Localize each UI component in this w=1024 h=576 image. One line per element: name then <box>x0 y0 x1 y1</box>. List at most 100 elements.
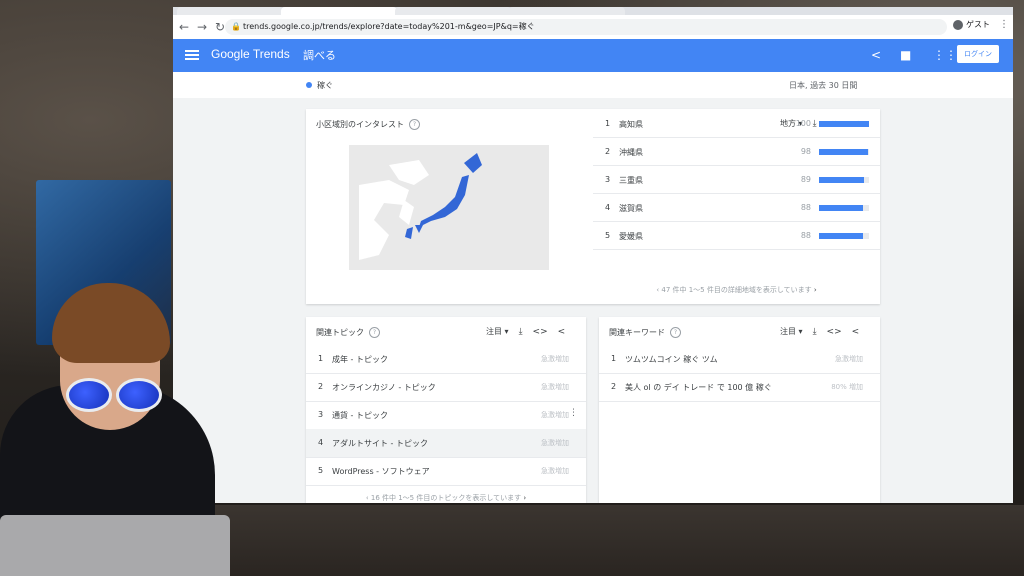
row-rank: 2 <box>605 147 611 156</box>
row-name: 沖縄県 <box>619 148 643 157</box>
search-term[interactable]: 稼ぐ <box>317 80 333 91</box>
topic-row[interactable]: 2 オンラインカジノ - トピック 急激増加 <box>306 373 586 402</box>
region-row[interactable]: 5 愛媛県 88 <box>593 221 880 250</box>
browser-tab[interactable] <box>177 7 283 15</box>
sort-dropdown[interactable]: 注目 ▾ <box>780 326 803 337</box>
address-bar[interactable]: 🔒 trends.google.co.jp/trends/explore?dat… <box>225 19 947 35</box>
share-icon[interactable]: < <box>871 48 881 62</box>
value-bar-track <box>819 205 869 211</box>
card-title-text: 関連トピック <box>316 328 364 337</box>
download-icon[interactable]: ⤓ <box>813 327 817 337</box>
card-tools: 注目 ▾ ⤓ <> < <box>486 326 565 337</box>
sunglasses <box>66 378 162 412</box>
browser-tab[interactable] <box>395 7 511 15</box>
row-name: WordPress - ソフトウェア <box>332 467 430 476</box>
prev-page-icon[interactable]: ‹ <box>366 494 369 502</box>
embed-icon[interactable]: <> <box>827 327 842 337</box>
card-title-text: 関連キーワード <box>609 328 665 337</box>
japan-map[interactable] <box>349 145 549 270</box>
more-icon[interactable]: ⋮ <box>999 19 1009 30</box>
row-rank: 5 <box>605 231 611 240</box>
region-row[interactable]: 3 三重県 89 <box>593 165 880 194</box>
value-bar <box>819 177 864 183</box>
row-rank: 4 <box>605 203 611 212</box>
row-name: 美人 ol の デイ トレード で 100 億 稼ぐ <box>625 383 772 392</box>
region-pager: ‹ 47 件中 1～5 件目の詳細地域を表示しています › <box>593 285 880 295</box>
row-rank: 1 <box>605 119 611 128</box>
row-name: 高知県 <box>619 120 643 129</box>
next-page-icon[interactable]: › <box>814 286 817 294</box>
value-bar-track <box>819 149 869 155</box>
share-icon[interactable]: < <box>852 327 860 337</box>
row-rank: 1 <box>318 354 324 363</box>
row-value: 88 <box>800 203 811 212</box>
region-row[interactable]: 1 高知県 100 <box>593 109 880 138</box>
login-button[interactable]: ログイン <box>957 45 999 63</box>
trends-logo[interactable]: Google Trends <box>211 47 290 61</box>
help-icon[interactable]: ? <box>369 327 380 338</box>
value-bar <box>819 121 869 127</box>
row-rank: 3 <box>605 175 611 184</box>
prev-page-icon[interactable]: ‹ <box>656 286 659 294</box>
share-icon[interactable]: < <box>558 327 566 337</box>
row-name: 三重県 <box>619 176 643 185</box>
region-row[interactable]: 4 滋賀県 88 <box>593 193 880 222</box>
apps-icon[interactable]: ⋮⋮ <box>933 48 957 62</box>
card-tools: 注目 ▾ ⤓ <> < <box>780 326 859 337</box>
row-rank: 2 <box>611 382 617 391</box>
sort-label: 注目 <box>486 327 502 336</box>
row-value: 急激増加 <box>541 411 569 419</box>
row-name: 通貨 - トピック <box>332 411 388 420</box>
filter-summary[interactable]: 日本, 過去 30 日間 <box>789 80 857 91</box>
query-row[interactable]: 2 美人 ol の デイ トレード で 100 億 稼ぐ 80% 増加 <box>599 373 880 402</box>
related-queries-card: 関連キーワード? 注目 ▾ ⤓ <> < 1 ツムツムコイン 稼ぐ ツム 急激増加 2… <box>599 317 880 503</box>
browser-tab[interactable] <box>509 7 625 15</box>
toolbar: ← → ↻ 🔒 trends.google.co.jp/trends/explo… <box>173 15 1013 39</box>
feedback-icon[interactable]: ■ <box>900 48 911 62</box>
help-icon[interactable]: ? <box>670 327 681 338</box>
value-bar-track <box>819 177 869 183</box>
region-row[interactable]: 2 沖縄県 98 <box>593 137 880 166</box>
help-icon[interactable]: ? <box>409 119 420 130</box>
forward-icon[interactable]: → <box>195 20 209 34</box>
row-name: オンラインカジノ - トピック <box>332 383 436 392</box>
row-value: 80% 増加 <box>831 383 863 391</box>
back-icon[interactable]: ← <box>177 20 191 34</box>
card-title-text: 小区域別のインタレスト <box>316 120 404 129</box>
row-rank: 2 <box>318 382 324 391</box>
profile-label: ゲスト <box>966 20 990 29</box>
value-bar <box>819 149 868 155</box>
value-bar <box>819 205 863 211</box>
embed-icon[interactable]: <> <box>533 327 548 337</box>
row-value: 急激増加 <box>541 355 569 363</box>
pager-text: 16 件中 1～5 件目のトピックを表示しています <box>370 494 522 502</box>
profile-button[interactable]: ゲスト <box>953 19 990 30</box>
page-title: 調べる <box>303 49 336 62</box>
topic-row[interactable]: 1 成年 - トピック 急激増加 <box>306 345 586 374</box>
row-value: 88 <box>800 231 811 240</box>
avatar-icon <box>953 19 963 30</box>
row-name: 愛媛県 <box>619 232 643 241</box>
card-title: 関連キーワード? <box>609 327 681 338</box>
topic-row[interactable]: 5 WordPress - ソフトウェア 急激増加 <box>306 457 586 486</box>
download-icon[interactable]: ⤓ <box>519 327 523 337</box>
region-interest-card: 小区域別のインタレスト? 地方 ▾ ⤓ <> < <box>306 109 880 304</box>
row-rank: 3 <box>318 410 324 419</box>
row-rank: 1 <box>611 354 617 363</box>
term-color-dot <box>306 82 312 88</box>
menu-icon[interactable] <box>185 48 199 62</box>
sort-dropdown[interactable]: 注目 ▾ <box>486 326 509 337</box>
more-icon[interactable]: ⋮ <box>569 408 578 418</box>
map-graphic <box>349 145 549 270</box>
next-page-icon[interactable]: › <box>523 494 526 502</box>
pager-text: 47 件中 1～5 件目の詳細地域を表示しています <box>661 286 812 294</box>
row-name: ツムツムコイン 稼ぐ ツム <box>625 355 718 364</box>
topic-row[interactable]: 3 通貨 - トピック 急激増加 ⋮ <box>306 401 586 430</box>
browser-tab-active[interactable] <box>281 7 397 15</box>
card-title: 小区域別のインタレスト? <box>316 119 420 130</box>
tab-bar <box>173 7 1013 15</box>
lock-icon: 🔒 <box>231 22 241 31</box>
topic-row[interactable]: 4 アダルトサイト - トピック 急激増加 <box>306 429 586 458</box>
row-rank: 5 <box>318 466 324 475</box>
query-row[interactable]: 1 ツムツムコイン 稼ぐ ツム 急激増加 <box>599 345 880 374</box>
